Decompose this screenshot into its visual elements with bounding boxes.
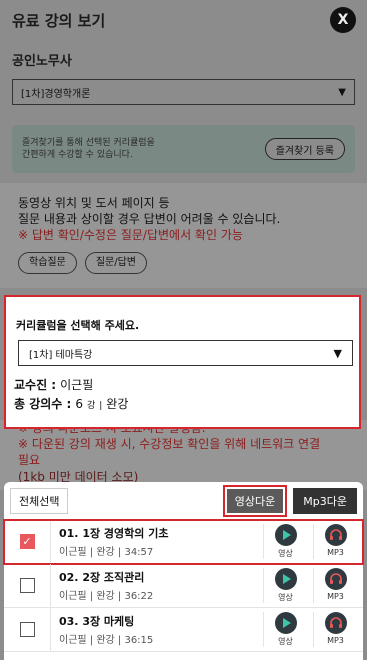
favorite-add-button[interactable]: 즐겨찾기 등록 xyxy=(264,138,345,160)
study-question-button[interactable]: 학습질문 xyxy=(18,251,77,274)
headphone-icon xyxy=(324,568,347,590)
download-toolbar: 전체선택 영상다운 Mp3다운 xyxy=(4,482,363,520)
favorite-tip-line-1: 즐겨찾기를 통해 선택된 커리큘럼을 xyxy=(22,137,155,148)
checkbox[interactable]: ✓ xyxy=(19,534,35,549)
play-icon xyxy=(274,612,297,634)
download-notice: ※ 강의 다운로드 시 소요시간 발생함. ※ 다운된 강의 재생 시, 수강정… xyxy=(0,420,367,490)
download-notice-line-3: 필요 xyxy=(18,453,41,468)
mp3-label: MP3 xyxy=(327,548,344,557)
lecture-title: 01. 1장 경영학의 기초 xyxy=(59,527,169,540)
checkbox-cell xyxy=(4,578,50,593)
total-count: 6 xyxy=(75,397,83,411)
play-video-button[interactable]: 영상 xyxy=(263,568,307,603)
play-icon xyxy=(274,568,297,590)
checkbox-cell: ✓ xyxy=(4,534,50,549)
lecture-download-sheet: 전체선택 영상다운 Mp3다운 ✓ 01. 1장 경영학의 기초 이근필 | 완… xyxy=(3,482,364,660)
qna-button[interactable]: 질문/답변 xyxy=(84,251,147,274)
notice-line-red: ※ 답변 확인/수정은 질문/답변에서 확인 가능 xyxy=(18,228,243,243)
checkbox-cell xyxy=(4,622,50,637)
mp3-label: MP3 xyxy=(327,592,344,601)
headphone-icon xyxy=(324,612,347,634)
lecture-title: 03. 3장 마케팅 xyxy=(59,615,135,628)
lecture-actions: 영상 MP3 xyxy=(263,524,363,559)
lecture-meta: 이근필 | 완강 | 36:15 xyxy=(59,635,154,646)
curriculum-select-value: [1차] 테마특강 xyxy=(29,349,93,361)
question-buttons: 학습질문 질문/답변 xyxy=(18,251,349,274)
lecture-info: 03. 3장 마케팅 이근필 | 완강 | 36:15 xyxy=(50,608,263,651)
curriculum-select-bg-value: [1차]경영학개론 xyxy=(21,88,91,100)
close-icon: X xyxy=(337,12,349,28)
lecture-row[interactable]: ✓ 01. 1장 경영학의 기초 이근필 | 완강 | 34:57 영상 MP3 xyxy=(3,519,364,565)
course-title: 공인노무사 xyxy=(12,54,72,69)
video-download-label: 영상다운 xyxy=(226,488,284,513)
lecture-row[interactable]: 03. 3장 마케팅 이근필 | 완강 | 36:15 영상 MP3 xyxy=(4,608,363,652)
play-icon xyxy=(274,524,297,546)
popup-title: 커리큘럼을 선택해 주세요. xyxy=(16,319,140,332)
notice-line-2: 질문 내용과 상이할 경우 답변이 어려울 수 있습니다. xyxy=(18,212,281,227)
total-label: 총 강의수 : xyxy=(14,397,72,411)
lecture-meta: 이근필 | 완강 | 36:22 xyxy=(59,591,154,602)
favorite-tip-line-2: 간편하게 수강할 수 있습니다. xyxy=(22,150,133,160)
checkbox[interactable] xyxy=(19,622,35,637)
video-label: 영상 xyxy=(278,637,293,646)
video-download-button[interactable]: 영상다운 xyxy=(222,484,288,517)
chevron-down-icon: ▼ xyxy=(333,346,342,360)
lecture-title: 02. 2장 조직관리 xyxy=(59,571,145,584)
lecture-meta: 이근필 | 완강 | 34:57 xyxy=(59,547,154,558)
download-buttons: 영상다운 Mp3다운 xyxy=(222,484,357,517)
notice-line-1: 동영상 위치 및 도서 페이지 등 xyxy=(18,196,170,210)
lecture-info: 01. 1장 경영학의 기초 이근필 | 완강 | 34:57 xyxy=(50,520,263,563)
curriculum-popup: 커리큘럼을 선택해 주세요. [1차] 테마특강 ▼ 교수진 : 이근필 총 강… xyxy=(4,295,361,429)
lecture-actions: 영상 MP3 xyxy=(263,612,363,647)
play-mp3-button[interactable]: MP3 xyxy=(313,524,357,559)
chevron-down-icon: ▼ xyxy=(338,86,346,98)
select-all-button[interactable]: 전체선택 xyxy=(10,487,69,514)
divider: | xyxy=(99,401,103,411)
favorite-tip-text: 즐겨찾기를 통해 선택된 커리큘럼을 간편하게 수강할 수 있습니다. xyxy=(22,137,155,161)
checkbox[interactable] xyxy=(19,578,35,593)
curriculum-select[interactable]: [1차] 테마특강 ▼ xyxy=(18,340,353,366)
mp3-label: MP3 xyxy=(327,636,344,645)
modal-title: 유료 강의 보기 xyxy=(12,11,106,30)
video-label: 영상 xyxy=(278,593,293,602)
lecture-actions: 영상 MP3 xyxy=(263,568,363,603)
play-mp3-button[interactable]: MP3 xyxy=(313,612,357,647)
close-button[interactable]: X xyxy=(330,7,356,33)
modal-header: 유료 강의 보기 xyxy=(0,0,367,40)
play-mp3-button[interactable]: MP3 xyxy=(313,568,357,603)
modal-body: 공인노무사 [1차]경영학개론 ▼ 즐겨찾기를 통해 선택된 커리큘럼을 간편하… xyxy=(0,40,367,288)
video-label: 영상 xyxy=(278,549,293,558)
play-video-button[interactable]: 영상 xyxy=(263,524,307,559)
download-notice-line-2: ※ 다운된 강의 재생 시, 수강정보 확인을 위해 네트워크 연결 xyxy=(18,437,321,452)
mp3-download-button[interactable]: Mp3다운 xyxy=(293,487,357,514)
favorite-tip-box: 즐겨찾기를 통해 선택된 커리큘럼을 간편하게 수강할 수 있습니다. 즐겨찾기… xyxy=(12,125,355,173)
headphone-icon xyxy=(324,524,347,546)
total-status: 완강 xyxy=(106,397,129,411)
total-lectures-line: 총 강의수 : 6강 | 완강 xyxy=(14,395,128,412)
lecture-row[interactable]: 02. 2장 조직관리 이근필 | 완강 | 36:22 영상 MP3 xyxy=(4,564,363,608)
professor-line: 교수진 : 이근필 xyxy=(14,376,93,393)
question-notice: 동영상 위치 및 도서 페이지 등 질문 내용과 상이할 경우 답변이 어려울 … xyxy=(0,183,367,288)
professor-label: 교수진 : xyxy=(14,378,57,392)
total-unit: 강 xyxy=(86,401,96,411)
lecture-info: 02. 2장 조직관리 이근필 | 완강 | 36:22 xyxy=(50,564,263,607)
professor-value: 이근필 xyxy=(60,378,94,392)
curriculum-select-bg[interactable]: [1차]경영학개론 ▼ xyxy=(12,79,355,105)
play-video-button[interactable]: 영상 xyxy=(263,612,307,647)
